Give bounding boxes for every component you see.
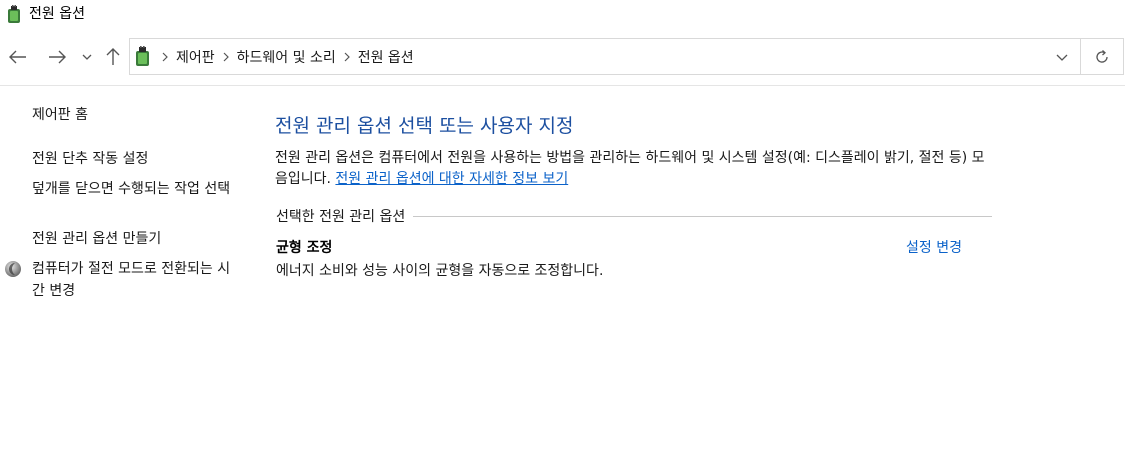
window-title: 전원 옵션 [29,6,85,22]
power-options-icon [8,5,20,23]
address-dropdown-button[interactable] [1054,49,1070,65]
chevron-down-icon [1056,54,1068,61]
sidebar-item-sleep-time[interactable]: 컴퓨터가 절전 모드로 전환되는 시간 변경 [32,258,242,302]
power-options-window: 전원 옵션 제어판 하드웨어 및 소리 전원 옵션 제어판 홈 전원 단추 작동… [0,0,1125,453]
section-divider [413,215,992,217]
breadcrumb-hardware-sound[interactable]: 하드웨어 및 소리 [237,47,336,67]
plan-description: 에너지 소비와 성능 사이의 균형을 자동으로 조정합니다. [276,263,604,279]
breadcrumb-power-options[interactable]: 전원 옵션 [358,47,414,67]
arrow-left-icon [9,50,26,64]
back-button[interactable] [7,45,29,69]
page-description: 전원 관리 옵션은 컴퓨터에서 전원을 사용하는 방법을 관리하는 하드웨어 및… [275,148,995,190]
chevron-right-icon[interactable] [344,52,350,62]
selected-plan-section: 선택한 전원 관리 옵션 [276,206,992,226]
refresh-icon [1096,49,1108,63]
sidebar-item-create-plan[interactable]: 전원 관리 옵션 만들기 [32,228,161,250]
section-label: 선택한 전원 관리 옵션 [276,209,406,225]
sidebar-item-lid-close[interactable]: 덮개를 닫으면 수행되는 작업 선택 [32,178,242,200]
up-button[interactable] [103,45,123,69]
navigation-bar: 제어판 하드웨어 및 소리 전원 옵션 [0,37,1125,77]
sidebar-item-power-buttons[interactable]: 전원 단추 작동 설정 [32,148,148,170]
refresh-button[interactable] [1081,38,1124,75]
change-plan-settings-link[interactable]: 설정 변경 [906,238,962,258]
sleep-moon-icon [5,261,21,277]
arrow-up-icon [106,48,120,65]
title-bar: 전원 옵션 [0,0,1125,30]
header-divider [0,85,1125,86]
plan-name: 균형 조정 [276,240,333,256]
forward-button[interactable] [46,45,68,69]
page-title: 전원 관리 옵션 선택 또는 사용자 지정 [275,115,574,137]
address-bar[interactable]: 제어판 하드웨어 및 소리 전원 옵션 [129,38,1081,75]
arrow-right-icon [49,50,66,64]
power-options-icon [136,46,149,66]
control-panel-home-link[interactable]: 제어판 홈 [32,104,88,126]
more-info-link[interactable]: 전원 관리 옵션에 대한 자세한 정보 보기 [335,171,568,187]
breadcrumb: 제어판 하드웨어 및 소리 전원 옵션 [156,39,414,74]
chevron-down-icon [82,54,92,60]
chevron-right-icon[interactable] [223,52,229,62]
recent-locations-button[interactable] [80,45,94,69]
chevron-right-icon[interactable] [162,52,168,62]
breadcrumb-control-panel[interactable]: 제어판 [176,47,215,67]
